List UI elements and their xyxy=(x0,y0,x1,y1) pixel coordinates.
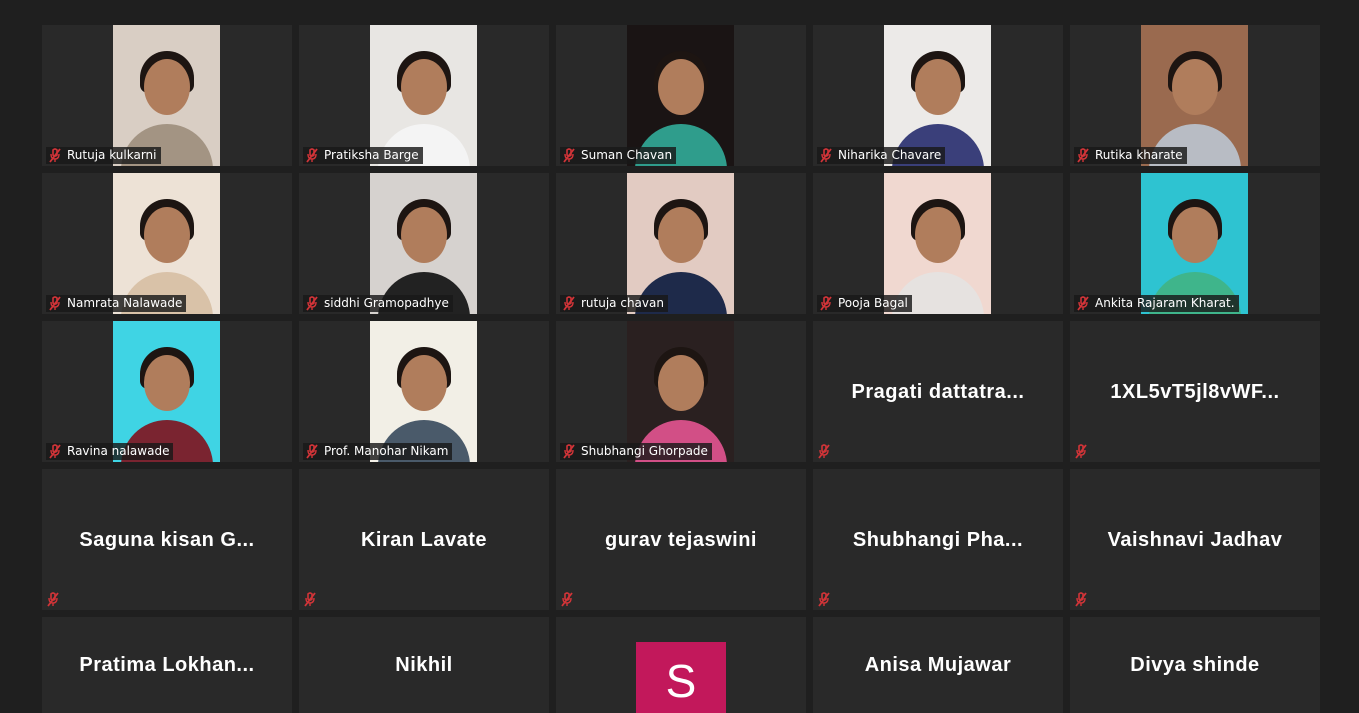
participant-name: Rutika kharate xyxy=(1095,148,1183,162)
participant-display-name: Anisa Mujawar xyxy=(864,654,1012,676)
mic-muted-icon xyxy=(560,592,574,607)
participant-tile[interactable]: Divya shinde xyxy=(1070,617,1320,713)
participant-name: Ankita Rajaram Kharat. xyxy=(1095,296,1235,310)
participant-name-label: Shubhangi Ghorpade xyxy=(560,443,712,460)
participant-display-name: Vaishnavi Jadhav xyxy=(1107,528,1283,551)
participant-tile[interactable]: gurav tejaswini xyxy=(556,469,806,610)
mic-muted-icon xyxy=(305,444,319,459)
participant-display-name: gurav tejaswini xyxy=(605,528,757,551)
mic-muted-icon xyxy=(562,148,576,163)
participant-tile[interactable]: Rutuja kulkarni xyxy=(42,25,292,166)
mic-muted-icon xyxy=(303,592,317,607)
participant-name-label: Pratiksha Barge xyxy=(303,147,423,164)
participant-display-name: 1XL5vT5jl8vWF... xyxy=(1110,380,1280,403)
mic-muted-icon xyxy=(305,296,319,311)
participant-tile[interactable]: Rutika kharate xyxy=(1070,25,1320,166)
participant-display-name: Shubhangi Pha... xyxy=(852,528,1024,551)
mic-muted-icon xyxy=(46,592,60,607)
mic-muted-icon xyxy=(819,148,833,163)
participant-video xyxy=(627,321,734,462)
mic-muted-icon xyxy=(1076,148,1090,163)
participant-name-label: Niharika Chavare xyxy=(817,147,946,164)
participant-name-label: Ravina nalawade xyxy=(46,443,174,460)
participant-name: rutuja chavan xyxy=(581,296,664,310)
participant-tile[interactable]: Anisa Mujawar xyxy=(813,617,1063,713)
participant-tile[interactable]: Niharika Chavare xyxy=(813,25,1063,166)
participant-tile[interactable]: Pooja Bagal xyxy=(813,173,1063,314)
participant-name: Niharika Chavare xyxy=(838,148,942,162)
mic-muted-icon xyxy=(562,444,576,459)
participant-name-label: Namrata Nalawade xyxy=(46,295,187,312)
participant-name-label: Suman Chavan xyxy=(560,147,677,164)
participant-tile[interactable]: rutuja chavan xyxy=(556,173,806,314)
mic-muted-icon xyxy=(1076,296,1090,311)
participant-tile[interactable]: Prof. Manohar Nikam xyxy=(299,321,549,462)
participant-name-label: rutuja chavan xyxy=(560,295,668,312)
mic-muted-icon xyxy=(48,148,62,163)
participant-name: Suman Chavan xyxy=(581,148,673,162)
participant-name: Rutuja kulkarni xyxy=(67,148,157,162)
mic-muted-icon xyxy=(48,296,62,311)
participant-name-label: Rutika kharate xyxy=(1074,147,1187,164)
mic-muted-icon xyxy=(48,444,62,459)
participant-tile[interactable]: Shubhangi Pha... xyxy=(813,469,1063,610)
participant-video xyxy=(113,173,220,314)
participant-video xyxy=(113,321,220,462)
mic-muted-icon xyxy=(817,592,831,607)
mic-muted-icon xyxy=(1074,444,1088,459)
participant-display-name: Saguna kisan G... xyxy=(79,528,255,551)
participant-name-label: siddhi Gramopadhye xyxy=(303,295,453,312)
participant-tile[interactable]: siddhi Gramopadhye xyxy=(299,173,549,314)
participant-tile[interactable]: Vaishnavi Jadhav xyxy=(1070,469,1320,610)
participant-name: Pratiksha Barge xyxy=(324,148,419,162)
mic-muted-icon xyxy=(817,444,831,459)
participant-display-name: Divya shinde xyxy=(1130,654,1260,676)
mic-muted-icon xyxy=(1074,592,1088,607)
participant-video xyxy=(627,173,734,314)
participant-tile[interactable]: Pratima Lokhan... xyxy=(42,617,292,713)
participant-name: Shubhangi Ghorpade xyxy=(581,444,708,458)
participant-display-name: Pratima Lokhan... xyxy=(79,654,255,676)
participant-avatar: S xyxy=(636,642,726,713)
mic-muted-icon xyxy=(562,296,576,311)
participant-name: Prof. Manohar Nikam xyxy=(324,444,449,458)
participant-display-name: Kiran Lavate xyxy=(360,528,488,551)
participant-name-label: Ankita Rajaram Kharat. xyxy=(1074,295,1239,312)
participant-name-label: Rutuja kulkarni xyxy=(46,147,161,164)
participant-tile[interactable]: Pragati dattatra... xyxy=(813,321,1063,462)
participant-tile[interactable]: Pratiksha Barge xyxy=(299,25,549,166)
participant-display-name: Pragati dattatra... xyxy=(851,380,1025,403)
participant-video xyxy=(1141,173,1248,314)
mic-muted-icon xyxy=(305,148,319,163)
mic-muted-icon xyxy=(819,296,833,311)
participant-video xyxy=(884,173,991,314)
participant-video xyxy=(113,25,220,166)
participant-tile[interactable]: Ravina nalawade xyxy=(42,321,292,462)
participant-tile[interactable]: Namrata Nalawade xyxy=(42,173,292,314)
participant-tile[interactable]: Kiran Lavate xyxy=(299,469,549,610)
participant-display-name: Nikhil xyxy=(395,654,453,676)
participant-tile[interactable]: S xyxy=(556,617,806,713)
participant-tile[interactable]: Shubhangi Ghorpade xyxy=(556,321,806,462)
participant-tile[interactable]: Ankita Rajaram Kharat. xyxy=(1070,173,1320,314)
participant-name-label: Pooja Bagal xyxy=(817,295,912,312)
participant-name-label: Prof. Manohar Nikam xyxy=(303,443,453,460)
participant-grid: Rutuja kulkarni Pratiksha Barge Suman Chav… xyxy=(0,0,1359,713)
participant-name: Ravina nalawade xyxy=(67,444,170,458)
participant-video xyxy=(884,25,991,166)
participant-video xyxy=(370,321,477,462)
participant-tile[interactable]: Nikhil xyxy=(299,617,549,713)
participant-name: Namrata Nalawade xyxy=(67,296,183,310)
participant-video xyxy=(370,173,477,314)
participant-video xyxy=(627,25,734,166)
participant-name: Pooja Bagal xyxy=(838,296,908,310)
participant-tile[interactable]: Suman Chavan xyxy=(556,25,806,166)
participant-name: siddhi Gramopadhye xyxy=(324,296,449,310)
participant-tile[interactable]: 1XL5vT5jl8vWF... xyxy=(1070,321,1320,462)
participant-video xyxy=(1141,25,1248,166)
participant-tile[interactable]: Saguna kisan G... xyxy=(42,469,292,610)
participant-video xyxy=(370,25,477,166)
